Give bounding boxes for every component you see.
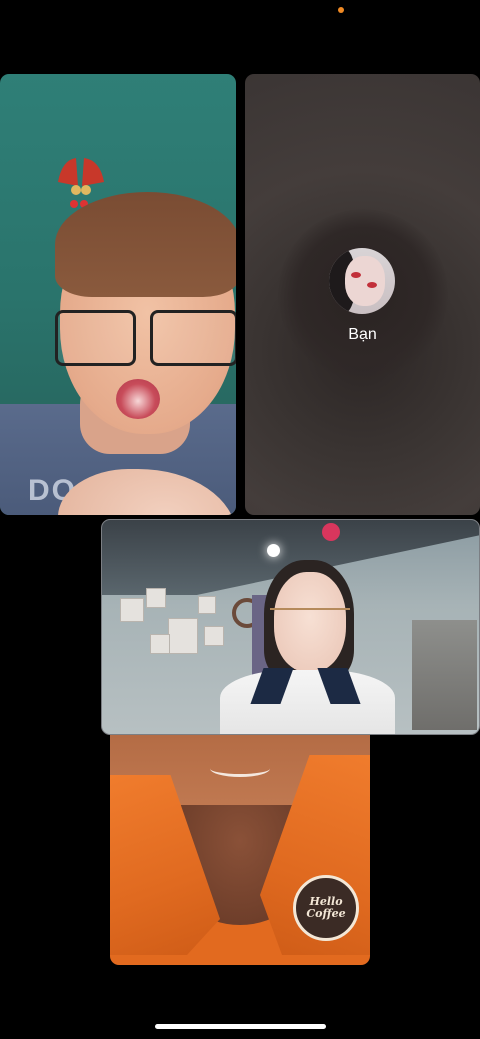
participant-3-shirt: [220, 670, 395, 734]
participant-video-tile-1[interactable]: DO SO: [0, 74, 236, 515]
ceiling-lamp: [267, 544, 280, 557]
home-indicator[interactable]: [155, 1024, 326, 1029]
poster: [168, 618, 198, 654]
poster: [120, 598, 144, 622]
self-label: Bạn: [348, 326, 377, 343]
badge-text: Hello Coffee: [306, 895, 346, 920]
privacy-indicator-dot: [338, 7, 344, 13]
participant-1-glasses-left: [55, 310, 136, 366]
poster: [150, 634, 170, 654]
room-shelf: [412, 620, 477, 730]
self-video-tile[interactable]: Bạn: [245, 74, 480, 515]
participant-1-mouth: [116, 379, 160, 419]
poster: [204, 626, 224, 646]
self-avatar: [329, 248, 395, 314]
hair-clip-decoration: [322, 523, 340, 541]
wall-posters: [120, 588, 230, 678]
poster: [146, 588, 166, 608]
participant-4-smile: [210, 760, 270, 777]
video-call-screen: DO SO Bạn: [0, 0, 480, 1039]
shirt-logo-badge: Hello Coffee: [293, 875, 359, 941]
participant-video-tile-3[interactable]: [101, 519, 480, 735]
participant-1-glasses-right: [150, 310, 236, 366]
avatar-lip-mark-2: [367, 282, 377, 288]
participant-1-hair: [55, 192, 236, 297]
avatar-face: [345, 256, 385, 306]
avatar-lip-mark-1: [351, 272, 361, 278]
participant-video-tile-4[interactable]: Hello Coffee: [110, 735, 370, 965]
participant-3-glasses: [270, 608, 350, 630]
poster: [198, 596, 216, 614]
